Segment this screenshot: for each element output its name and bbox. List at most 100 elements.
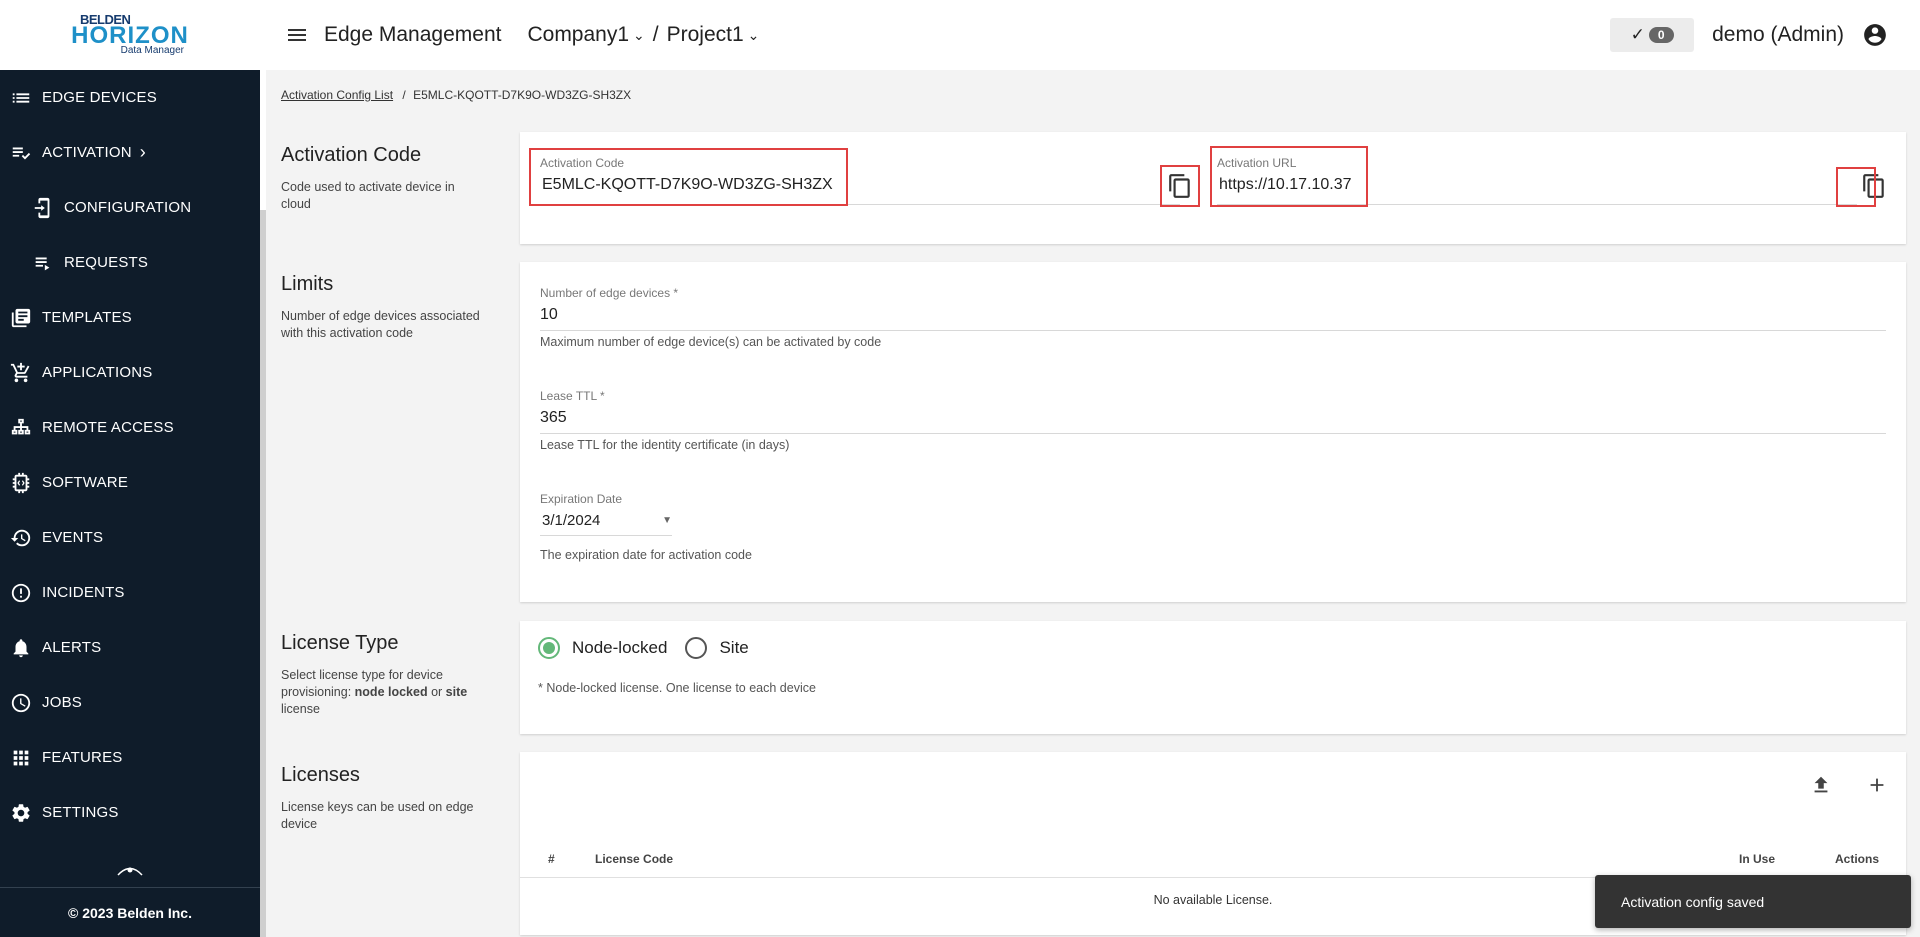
sidebar-item-label: APPLICATIONS (42, 364, 153, 381)
alert-circle-icon (8, 580, 34, 606)
scrollbar-thumb[interactable] (260, 210, 266, 937)
sidebar-nav: EDGE DEVICES ACTIVATION › CONFIGURATION … (0, 70, 260, 840)
sidebar-item-alerts[interactable]: ALERTS (0, 620, 260, 675)
section-title: Limits (281, 273, 334, 295)
column-header-in-use[interactable]: In Use (1739, 852, 1775, 866)
list-icon (8, 85, 34, 111)
sidebar-collapse-handle[interactable] (0, 862, 260, 876)
sidebar-item-label: REMOTE ACCESS (42, 419, 174, 436)
playlist-play-icon (30, 250, 56, 276)
upload-icon (1814, 776, 1828, 793)
sidebar-item-settings[interactable]: SETTINGS (0, 785, 260, 840)
library-books-icon (8, 305, 34, 331)
playlist-check-icon (8, 140, 34, 166)
logo-data-manager: Data Manager (120, 45, 184, 56)
sidebar-item-events[interactable]: EVENTS (0, 510, 260, 565)
sidebar-item-label: SOFTWARE (42, 474, 129, 491)
license-type-radio-group: Node-locked Site (538, 637, 749, 659)
license-type-card: Node-locked Site * Node-locked license. … (520, 621, 1906, 734)
tasks-button[interactable]: ✓ 0 (1610, 18, 1695, 52)
sidebar-item-label: EVENTS (42, 529, 104, 546)
plus-icon (1870, 778, 1884, 792)
section-title: Activation Code (281, 144, 422, 166)
snackbar-toast: Activation config saved (1595, 875, 1911, 928)
chevron-right-icon: › (139, 142, 146, 162)
column-header-license-code[interactable]: License Code (595, 852, 673, 866)
add-license-button[interactable] (1864, 772, 1890, 798)
project-selector[interactable]: Project1 (667, 23, 744, 47)
column-header-index: # (548, 851, 555, 866)
sidebar: BELDEN HORIZON Data Manager EDGE DEVICES… (0, 0, 260, 937)
brand-logo[interactable]: BELDEN HORIZON Data Manager (0, 0, 260, 70)
highlight-box (529, 148, 848, 206)
user-name[interactable]: demo (Admin) (1712, 23, 1844, 47)
sidebar-item-activation[interactable]: ACTIVATION › (0, 125, 260, 180)
clock-icon (8, 690, 34, 716)
sidebar-item-templates[interactable]: TEMPLATES (0, 290, 260, 345)
expiration-date-field[interactable]: Expiration Date 3/1/2024 ▼ The expiratio… (540, 492, 1140, 562)
section-title: License Type (281, 632, 399, 654)
lease-ttl-input[interactable]: 365 (540, 409, 1886, 427)
section-desc: Code used to activate device in cloud (281, 180, 455, 211)
sidebar-item-label: TEMPLATES (42, 309, 132, 326)
sidebar-item-label: FEATURES (42, 749, 123, 766)
app-header: Edge Management Company1 ⌄ / Project1 ⌄ … (266, 0, 1920, 70)
company-selector[interactable]: Company1 (527, 23, 629, 47)
device-login-icon (30, 195, 56, 221)
sidebar-item-label: CONFIGURATION (64, 199, 192, 216)
cart-add-icon (8, 360, 34, 386)
highlight-box (1210, 146, 1368, 207)
expiration-date-picker[interactable]: 3/1/2024 ▼ (540, 512, 672, 529)
apps-grid-icon (8, 745, 34, 771)
column-header-actions: Actions (1835, 851, 1880, 866)
chevron-down-icon[interactable]: ⌄ (633, 27, 645, 44)
highlight-box (1836, 167, 1876, 207)
sidebar-item-label: ALERTS (42, 639, 102, 656)
history-icon (8, 525, 34, 551)
highlight-box (1160, 165, 1200, 207)
caret-down-icon[interactable]: ▼ (662, 515, 672, 526)
section-desc: Number of edge devices associated with t… (281, 309, 480, 340)
radio-label-node-locked[interactable]: Node-locked (572, 638, 667, 658)
chip-icon (8, 470, 34, 496)
network-tree-icon (8, 415, 34, 441)
chevron-down-icon[interactable]: ⌄ (748, 27, 760, 44)
account-button[interactable] (1862, 22, 1888, 48)
lease-ttl-field[interactable]: Lease TTL * 365 Lease TTL for the identi… (540, 389, 1886, 452)
section-desc: License keys can be used on edge device (281, 800, 474, 831)
limits-section-label: Limits Number of edge devices associated… (281, 273, 481, 342)
sidebar-item-remote-access[interactable]: REMOTE ACCESS (0, 400, 260, 455)
radio-label-site[interactable]: Site (719, 638, 748, 658)
sidebar-footer: © 2023 Belden Inc. (0, 887, 260, 937)
field-help: Lease TTL for the identity certificate (… (540, 438, 790, 452)
hamburger-icon (288, 29, 306, 41)
edge-devices-field[interactable]: Number of edge devices * 10 Maximum numb… (540, 286, 1886, 349)
section-desc: Select license type for device provision… (281, 668, 468, 716)
sidebar-item-label: INCIDENTS (42, 584, 125, 601)
edge-devices-input[interactable]: 10 (540, 306, 1886, 324)
scope-separator: / (652, 23, 659, 46)
sidebar-scrollbar[interactable] (260, 0, 266, 937)
tasks-count-badge: 0 (1648, 27, 1674, 43)
license-type-note: * Node-locked license. One license to ea… (538, 681, 816, 695)
menu-button[interactable] (282, 20, 312, 50)
sidebar-item-configuration[interactable]: CONFIGURATION (0, 180, 260, 235)
sidebar-item-label: REQUESTS (64, 254, 149, 271)
sidebar-item-requests[interactable]: REQUESTS (0, 235, 260, 290)
breadcrumb-link-activation-config-list[interactable]: Activation Config List (281, 88, 393, 102)
sidebar-item-software[interactable]: SOFTWARE (0, 455, 260, 510)
account-circle-icon (1864, 24, 1886, 46)
sidebar-item-label: ACTIVATION (42, 144, 132, 161)
expiration-date-value: 3/1/2024 (542, 512, 601, 529)
sidebar-item-incidents[interactable]: INCIDENTS (0, 565, 260, 620)
field-label: Expiration Date (540, 492, 623, 506)
radio-site[interactable] (685, 637, 708, 659)
sidebar-item-edge-devices[interactable]: EDGE DEVICES (0, 70, 260, 125)
activation-card: Activation Code E5MLC-KQOTT-D7K9O-WD3ZG-… (520, 132, 1906, 244)
sidebar-item-features[interactable]: FEATURES (0, 730, 260, 785)
upload-license-button[interactable] (1808, 772, 1834, 798)
radio-node-locked[interactable] (538, 637, 560, 659)
sidebar-item-jobs[interactable]: JOBS (0, 675, 260, 730)
sidebar-item-applications[interactable]: APPLICATIONS (0, 345, 260, 400)
activation-section-label: Activation Code Code used to activate de… (281, 144, 481, 213)
